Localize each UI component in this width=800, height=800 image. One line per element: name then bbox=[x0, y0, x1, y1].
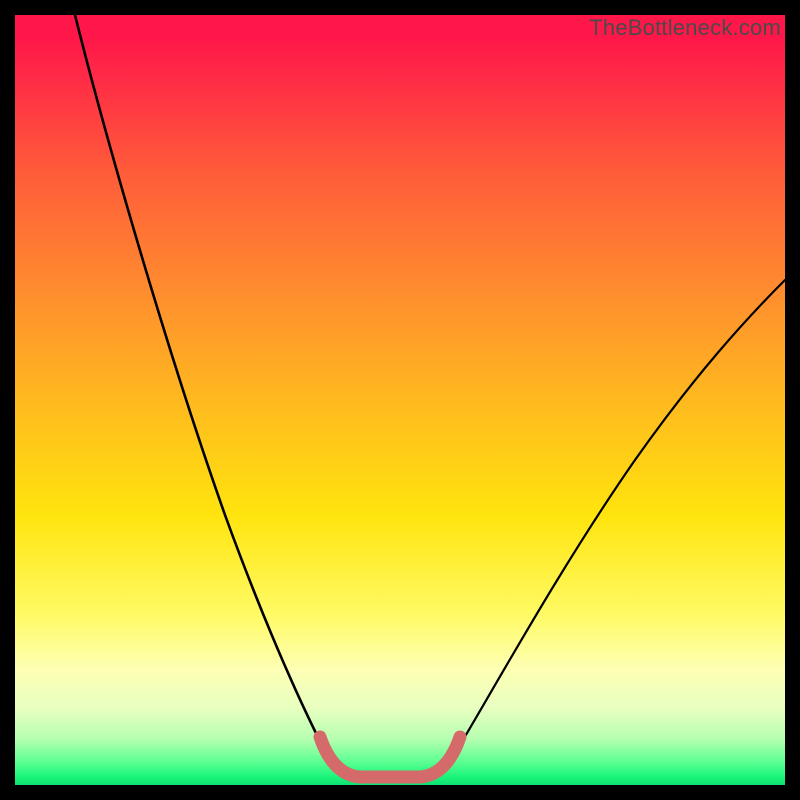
curve-overlay bbox=[15, 15, 785, 785]
bottom-highlight bbox=[320, 737, 460, 777]
right-curve bbox=[445, 280, 785, 770]
chart-frame: TheBottleneck.com bbox=[15, 15, 785, 785]
left-curve bbox=[75, 15, 335, 770]
